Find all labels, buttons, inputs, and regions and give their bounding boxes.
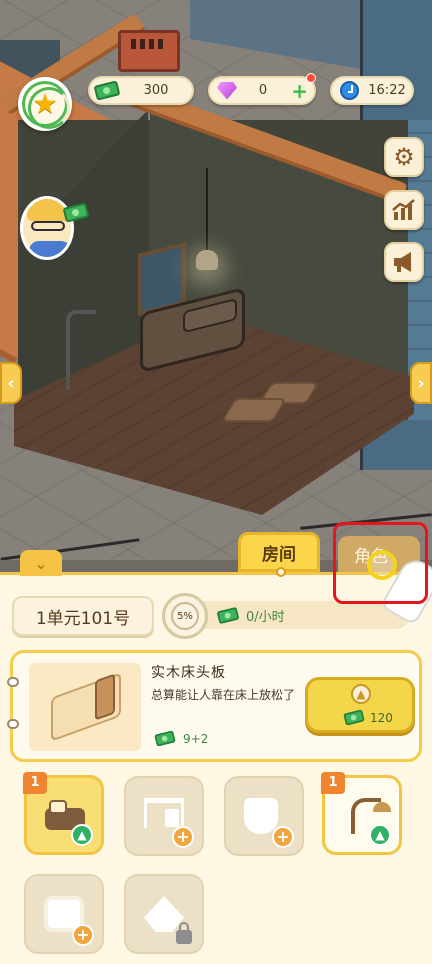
toilet-icon <box>244 798 278 834</box>
chimney <box>118 30 180 72</box>
next-room-button[interactable]: › <box>410 362 432 404</box>
chevron-left-icon: ‹ <box>7 372 15 394</box>
upgrade-button[interactable]: ▲ 120 <box>305 677 415 733</box>
player-level-avatar[interactable]: ★ <box>18 77 72 131</box>
gear-icon: ⚙ <box>393 143 415 171</box>
cash-icon <box>343 709 365 726</box>
slot-bed[interactable]: 1 ▲ <box>23 772 104 855</box>
desk-icon <box>144 798 184 828</box>
binder-ring <box>7 719 19 729</box>
slot-tv[interactable]: + <box>24 874 104 954</box>
unit-name: 1单元101号 <box>35 608 131 629</box>
gem-icon <box>217 81 237 100</box>
notification-dot <box>306 73 316 83</box>
time-display: 16:22 <box>330 76 414 105</box>
settings-button[interactable]: ⚙ <box>384 137 424 177</box>
slot-badge: 1 <box>23 772 47 794</box>
collect-cash-bubble[interactable] <box>62 202 90 223</box>
cash-icon <box>62 202 90 223</box>
gem-counter[interactable]: 0 + <box>208 73 316 105</box>
lock-icon <box>176 922 192 944</box>
cash-value: 300 <box>143 83 169 98</box>
level-progress-ring <box>28 87 70 129</box>
item-card: 实木床头板 总算能让人靠在床上放松了 9+2 ▲ 120 <box>7 650 422 762</box>
item-description: 总算能让人靠在床上放松了 <box>151 688 296 702</box>
upgrade-cost-value: 120 <box>370 710 393 725</box>
slot-toilet[interactable]: + <box>224 776 304 856</box>
slot-shower[interactable]: 1 ▲ <box>321 772 402 855</box>
room-shower[interactable] <box>66 310 96 390</box>
clock-icon <box>339 81 359 100</box>
upgrade-arrow-icon: ▲ <box>71 824 93 846</box>
income-rate: 0/小时 <box>246 609 285 625</box>
plus-icon: + <box>172 826 194 848</box>
item-stat-value: 9+2 <box>183 731 209 746</box>
progress-circle: 5% <box>162 593 208 639</box>
binder-ring <box>7 677 19 687</box>
cash-icon <box>93 80 121 101</box>
chart-icon <box>392 199 415 220</box>
ceiling-lamp[interactable] <box>196 250 218 270</box>
unit-name-plate: 1单元101号 <box>12 596 154 636</box>
add-gems-button[interactable]: + <box>291 81 308 101</box>
plus-icon: + <box>272 826 294 848</box>
income-rate-bar: 0/小时 <box>196 601 410 629</box>
cash-counter[interactable]: 300 <box>88 76 194 105</box>
tutorial-highlight-box <box>333 522 428 604</box>
cash-icon <box>154 730 176 747</box>
cash-icon <box>216 606 240 624</box>
plus-icon: + <box>72 924 94 946</box>
arrow-up-icon: ▲ <box>351 684 371 704</box>
chevron-down-icon: ⌄ <box>34 553 48 573</box>
upgrade-arrow-icon: ▲ <box>369 824 391 846</box>
tab-room-label: 房间 <box>262 544 296 565</box>
announcement-button[interactable] <box>384 242 424 282</box>
megaphone-icon <box>394 252 411 272</box>
stats-button[interactable] <box>384 190 424 230</box>
upgrade-cost: 120 <box>342 709 393 726</box>
slot-lamp[interactable] <box>124 874 204 954</box>
chevron-right-icon: › <box>417 372 425 394</box>
slot-desk[interactable]: + <box>124 776 204 856</box>
lamp-icon <box>144 896 184 932</box>
prev-room-button[interactable]: ‹ <box>0 362 22 404</box>
collapse-panel-button[interactable]: ⌄ <box>20 550 62 576</box>
item-thumbnail <box>29 663 141 751</box>
item-name: 实木床头板 <box>151 665 226 681</box>
slot-badge: 1 <box>321 772 345 794</box>
time-value: 16:22 <box>368 83 406 98</box>
item-income-stat: 9+2 <box>153 730 209 747</box>
tab-room[interactable]: 房间 <box>238 532 320 577</box>
lamp-cord <box>206 168 208 252</box>
